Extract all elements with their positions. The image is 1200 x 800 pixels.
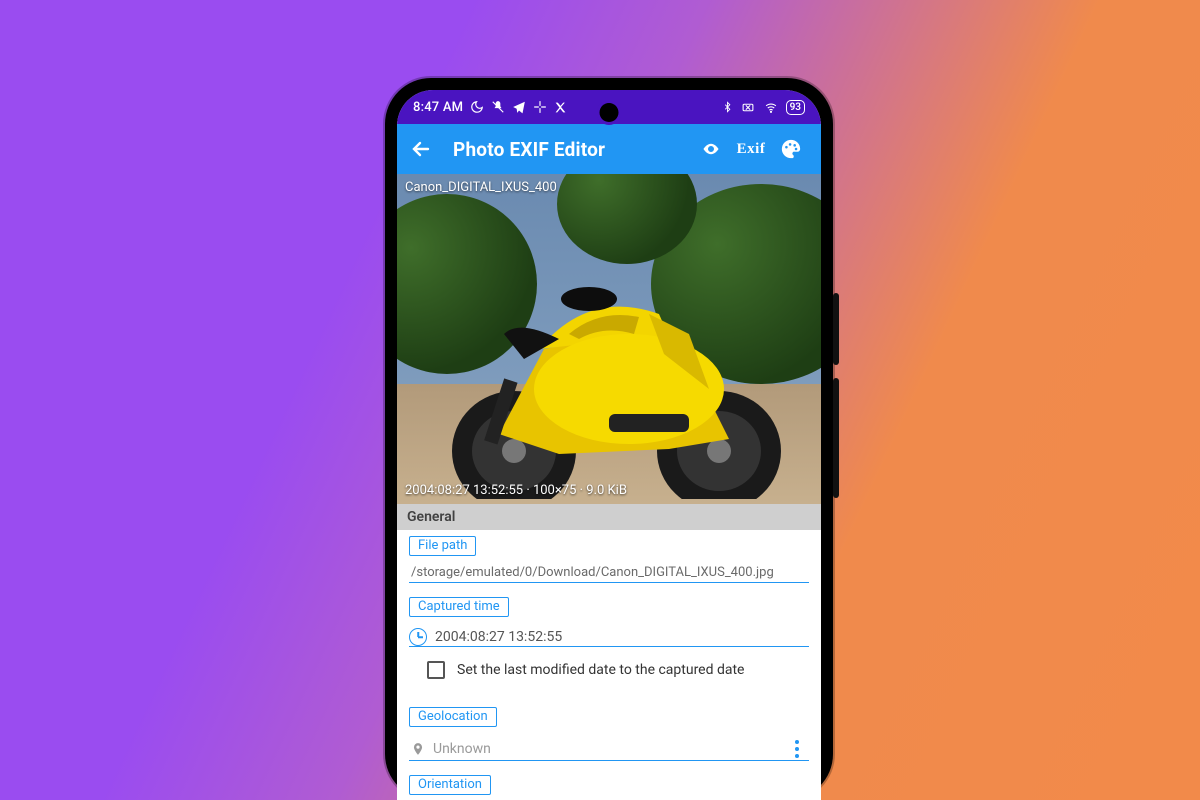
section-header-general: General bbox=[397, 504, 821, 530]
exif-label: Exif bbox=[737, 141, 766, 158]
status-time: 8:47 AM bbox=[413, 100, 463, 115]
photo-preview[interactable]: Canon_DIGITAL_IXUS_400 2004:08:27 13:52:… bbox=[397, 174, 821, 504]
phone-side-button bbox=[833, 293, 839, 365]
view-action[interactable] bbox=[691, 140, 731, 158]
battery-indicator: 93 bbox=[786, 100, 805, 115]
general-section: File path /storage/emulated/0/Download/C… bbox=[397, 530, 821, 800]
geolocation-label: Geolocation bbox=[409, 707, 497, 727]
telegram-icon bbox=[512, 100, 526, 114]
geolocation-value: Unknown bbox=[433, 741, 491, 757]
app-bar: Photo EXIF Editor Exif bbox=[397, 124, 821, 174]
camera-cutout bbox=[600, 103, 619, 122]
map-pin-icon bbox=[411, 740, 425, 758]
palette-action[interactable] bbox=[771, 138, 811, 160]
orientation-field[interactable]: Orientation bbox=[397, 769, 821, 800]
clock-icon bbox=[409, 628, 427, 646]
geolocation-menu-button[interactable] bbox=[789, 740, 805, 758]
sync-modified-date-label: Set the last modified date to the captur… bbox=[457, 662, 745, 678]
moon-icon bbox=[470, 100, 484, 114]
photo-meta: 2004:08:27 13:52:55 · 100×75 · 9.0 KiB bbox=[405, 483, 627, 498]
exif-action[interactable]: Exif bbox=[731, 141, 771, 158]
no-sim-icon bbox=[740, 101, 756, 114]
motorcycle-illustration bbox=[409, 239, 809, 499]
photo-filename: Canon_DIGITAL_IXUS_400 bbox=[405, 180, 557, 195]
file-path-field[interactable]: File path /storage/emulated/0/Download/C… bbox=[397, 530, 821, 591]
app-title: Photo EXIF Editor bbox=[453, 138, 605, 161]
back-button[interactable] bbox=[407, 137, 435, 161]
x-icon bbox=[554, 101, 567, 114]
phone-frame: 8:47 AM 93 bbox=[385, 78, 833, 800]
sync-modified-date-checkbox[interactable] bbox=[427, 661, 445, 679]
arrow-left-icon bbox=[409, 137, 433, 161]
eye-icon bbox=[699, 140, 723, 158]
captured-time-value: 2004:08:27 13:52:55 bbox=[435, 629, 562, 645]
orientation-label: Orientation bbox=[409, 775, 491, 795]
file-path-label: File path bbox=[409, 536, 476, 556]
phone-screen: 8:47 AM 93 bbox=[397, 90, 821, 800]
photos-icon bbox=[533, 100, 547, 114]
gradient-background: 8:47 AM 93 bbox=[0, 0, 1200, 800]
captured-time-field[interactable]: Captured time 2004:08:27 13:52:55 Set th… bbox=[397, 591, 821, 701]
phone-side-button bbox=[833, 378, 839, 498]
captured-time-label: Captured time bbox=[409, 597, 509, 617]
file-path-value: /storage/emulated/0/Download/Canon_DIGIT… bbox=[409, 561, 809, 582]
palette-icon bbox=[780, 138, 802, 160]
wifi-icon bbox=[763, 101, 779, 114]
bluetooth-icon bbox=[722, 100, 733, 114]
mute-icon bbox=[491, 100, 505, 114]
geolocation-field[interactable]: Geolocation Unknown bbox=[397, 701, 821, 769]
